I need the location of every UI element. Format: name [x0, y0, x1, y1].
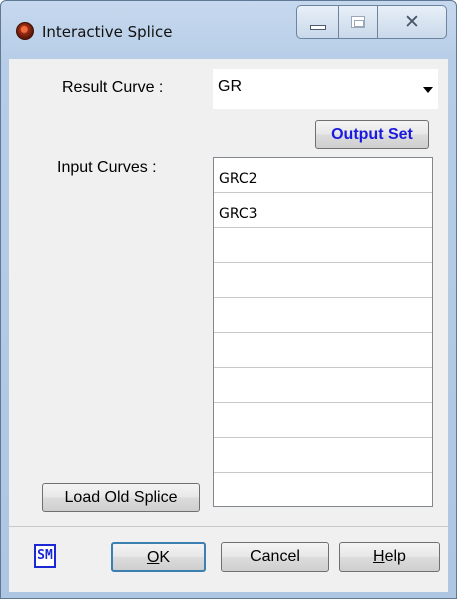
- close-icon: ✕: [404, 11, 420, 33]
- close-button[interactable]: ✕: [377, 5, 447, 39]
- title-bar[interactable]: Interactive Splice ✕: [1, 1, 456, 59]
- list-item[interactable]: [214, 368, 432, 403]
- minimize-button[interactable]: [296, 5, 339, 39]
- list-item[interactable]: [214, 263, 432, 298]
- result-curve-dropdown[interactable]: GR: [213, 69, 438, 109]
- list-item[interactable]: [214, 473, 432, 506]
- footer-divider: [9, 526, 448, 527]
- sm-logo-icon: SM: [34, 544, 56, 568]
- ok-accelerator: O: [146, 549, 160, 566]
- interactive-splice-window: Interactive Splice ✕ Result Curve : GR O…: [0, 0, 457, 599]
- dropdown-arrow-icon[interactable]: [423, 87, 433, 93]
- maximize-icon: [351, 16, 365, 28]
- dialog-body: Result Curve : GR Output Set Input Curve…: [9, 59, 448, 592]
- list-item[interactable]: [214, 228, 432, 263]
- minimize-icon: [310, 25, 326, 30]
- help-button[interactable]: Help: [339, 542, 440, 572]
- load-old-splice-button[interactable]: Load Old Splice: [42, 483, 200, 512]
- app-logo-icon[interactable]: [16, 22, 34, 40]
- ok-button[interactable]: OK: [111, 542, 206, 572]
- list-item[interactable]: [214, 438, 432, 473]
- cancel-button[interactable]: Cancel: [221, 542, 329, 572]
- window-title: Interactive Splice: [42, 23, 173, 41]
- list-item[interactable]: GRC3: [214, 193, 432, 228]
- ok-label-rest: K: [159, 549, 171, 566]
- input-curves-label: Input Curves :: [57, 159, 157, 176]
- help-label-rest: elp: [384, 548, 406, 565]
- output-set-button[interactable]: Output Set: [315, 120, 429, 149]
- help-accelerator: H: [373, 548, 385, 565]
- list-item[interactable]: [214, 333, 432, 368]
- result-curve-label: Result Curve :: [62, 79, 164, 96]
- input-curves-list[interactable]: GRC2 GRC3: [213, 157, 433, 507]
- list-item[interactable]: GRC2: [214, 158, 432, 193]
- maximize-button[interactable]: [338, 5, 378, 39]
- list-item[interactable]: [214, 403, 432, 438]
- result-curve-value: GR: [218, 78, 242, 95]
- list-item[interactable]: [214, 298, 432, 333]
